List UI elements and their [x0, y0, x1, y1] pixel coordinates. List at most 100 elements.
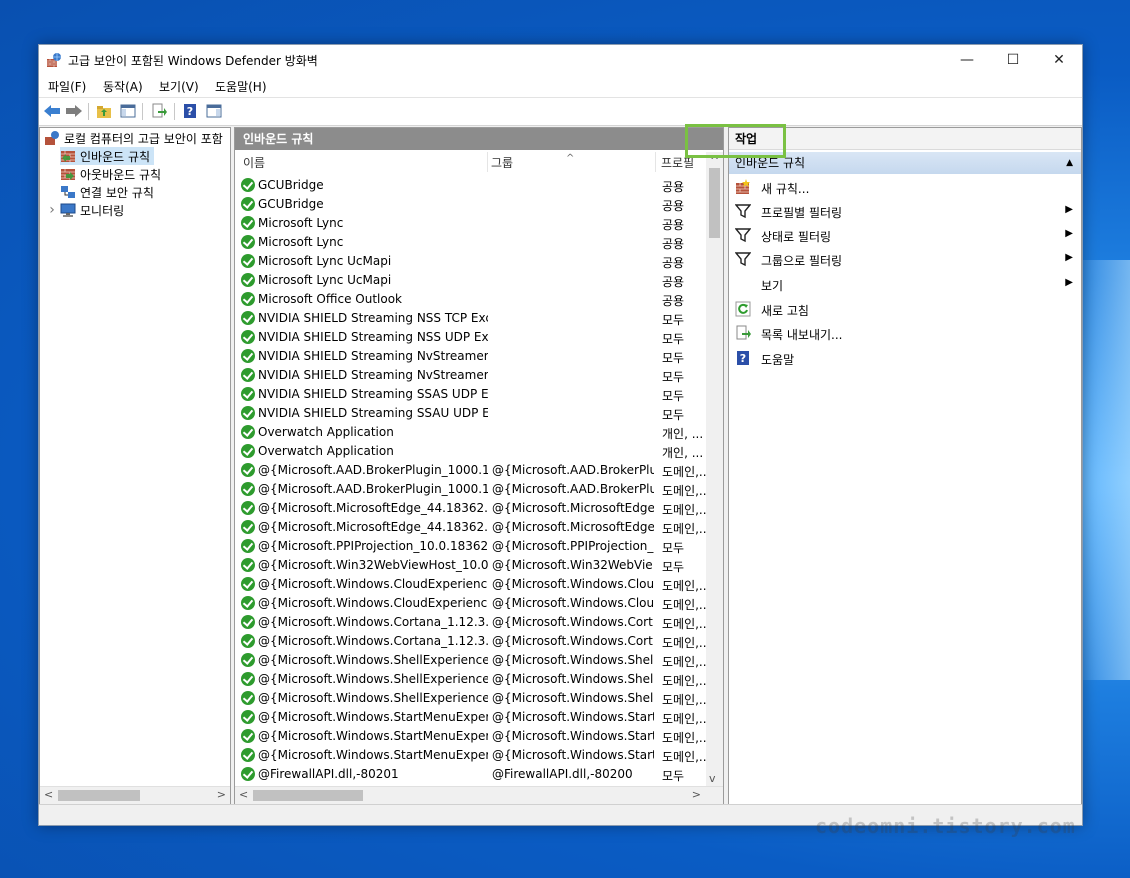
- forward-arrow-icon[interactable]: [65, 102, 83, 120]
- table-row[interactable]: GCUBridge 공용: [235, 176, 705, 195]
- table-row[interactable]: @{Microsoft.Win32WebViewHost_10.0.... @{M…: [235, 556, 705, 575]
- table-row[interactable]: @{Microsoft.Windows.ShellExperienceH... @…: [235, 670, 708, 689]
- tree-item-outbound-rules[interactable]: 아웃바운드 규칙: [60, 165, 161, 183]
- table-row[interactable]: NVIDIA SHIELD Streaming SSAS UDP E... 모두: [235, 385, 705, 404]
- show-hide-action-pane-icon[interactable]: [205, 102, 223, 120]
- action-item[interactable]: 목록 내보내기...: [729, 322, 1081, 344]
- tree-item-inbound-rules[interactable]: 인바운드 규칙: [60, 147, 155, 165]
- table-row[interactable]: NVIDIA SHIELD Streaming NSS UDP Ex... 모두: [235, 328, 705, 347]
- table-row[interactable]: @{Microsoft.AAD.BrokerPlugin_1000.18... @…: [235, 480, 708, 499]
- expand-chevron-icon[interactable]: ›: [44, 202, 60, 218]
- action-label: 상태로 필터링: [761, 230, 832, 244]
- table-row[interactable]: @{Microsoft.Windows.StartMenuExperie... @…: [235, 708, 708, 727]
- menu-file[interactable]: 파일(F): [48, 78, 86, 95]
- action-item[interactable]: 그룹으로 필터링 ▶: [729, 248, 1081, 270]
- table-row[interactable]: @{Microsoft.Windows.Cortana_1.12.3.1... @…: [235, 613, 708, 632]
- scroll-thumb[interactable]: [709, 168, 720, 238]
- rule-profile: 도메인,...: [662, 503, 708, 517]
- rule-profile: 모두: [662, 408, 685, 422]
- table-row[interactable]: NVIDIA SHIELD Streaming NvStreamer ... 모두: [235, 366, 705, 385]
- up-folder-icon[interactable]: [95, 102, 113, 120]
- rule-name: NVIDIA SHIELD Streaming SSAS UDP E...: [258, 387, 488, 401]
- table-row[interactable]: @{Microsoft.Windows.ShellExperienceH... @…: [235, 689, 708, 708]
- action-item[interactable]: 새로 고침: [729, 298, 1081, 320]
- table-row[interactable]: @{Microsoft.Windows.StartMenuExperie... @…: [235, 746, 708, 765]
- tree-root[interactable]: 로컬 컴퓨터의 고급 보안이 포함: [44, 129, 223, 147]
- maximize-button[interactable]: ☐: [990, 45, 1036, 75]
- table-row[interactable]: @{Microsoft.Windows.Cortana_1.12.3.1... @…: [235, 632, 708, 651]
- rule-enabled-check-icon: [241, 273, 255, 287]
- table-row[interactable]: GCUBridge 공용: [235, 195, 705, 214]
- action-item[interactable]: 새 규칙...: [729, 176, 1081, 198]
- show-hide-console-tree-icon[interactable]: [119, 102, 137, 120]
- table-row[interactable]: Microsoft Lync 공용: [235, 233, 705, 252]
- table-row[interactable]: NVIDIA SHIELD Streaming NSS TCP Exc... 모두: [235, 309, 705, 328]
- action-item[interactable]: 프로필별 필터링 ▶: [729, 200, 1081, 222]
- rule-enabled-check-icon: [241, 463, 255, 477]
- rules-horizontal-scrollbar[interactable]: < >: [235, 786, 723, 804]
- menu-help[interactable]: 도움말(H): [215, 78, 267, 95]
- pane-title: 인바운드 규칙: [235, 128, 723, 150]
- table-row[interactable]: @{Microsoft.PPIProjection_10.0.18362....…: [235, 537, 705, 556]
- menu-action[interactable]: 동작(A): [103, 78, 143, 95]
- rule-name: @{Microsoft.Windows.StartMenuExperie...: [258, 710, 488, 724]
- rule-profile: 모두: [662, 332, 685, 346]
- scroll-right-icon[interactable]: >: [692, 788, 701, 801]
- scroll-left-icon[interactable]: <: [44, 788, 53, 801]
- menu-view[interactable]: 보기(V): [159, 78, 199, 95]
- rule-enabled-check-icon: [241, 330, 255, 344]
- rules-vertical-scrollbar[interactable]: ^ v: [706, 152, 723, 787]
- table-row[interactable]: Microsoft Lync UcMapi 공용: [235, 252, 705, 271]
- collapse-arrow-icon[interactable]: ▲: [1066, 152, 1073, 174]
- table-row[interactable]: @{Microsoft.Windows.StartMenuExperie... @…: [235, 727, 708, 746]
- table-row[interactable]: @{Microsoft.Windows.CloudExperience... @{…: [235, 594, 708, 613]
- scroll-right-icon[interactable]: >: [217, 788, 226, 801]
- minimize-button[interactable]: —: [944, 45, 990, 75]
- table-row[interactable]: Microsoft Office Outlook 공용: [235, 290, 705, 309]
- rule-profile: 도메인,...: [662, 731, 708, 745]
- table-row[interactable]: NVIDIA SHIELD Streaming SSAU UDP E... 모두: [235, 404, 705, 423]
- table-row[interactable]: Overwatch Application 개인, ...: [235, 442, 705, 461]
- tree-item-monitoring[interactable]: › 모니터링: [44, 201, 124, 219]
- export-list-icon[interactable]: [150, 102, 168, 120]
- firewall-app-icon: [45, 131, 59, 145]
- window-title: 고급 보안이 포함된 Windows Defender 방화벽: [68, 54, 318, 68]
- table-row[interactable]: Overwatch Application 개인, ...: [235, 423, 705, 442]
- column-divider[interactable]: [487, 152, 488, 172]
- table-row[interactable]: @{Microsoft.MicrosoftEdge_44.18362.1....…: [235, 499, 708, 518]
- table-row[interactable]: @{Microsoft.MicrosoftEdge_44.18362.1....…: [235, 518, 708, 537]
- filter-icon: [735, 228, 751, 243]
- table-row[interactable]: @{Microsoft.Windows.ShellExperienceH... @…: [235, 651, 708, 670]
- tree-item-connection-security[interactable]: 연결 보안 규칙: [60, 183, 154, 201]
- rule-enabled-check-icon: [241, 178, 255, 192]
- sort-ascending-icon: ^: [566, 153, 575, 164]
- back-arrow-icon[interactable]: [43, 102, 61, 120]
- scroll-left-icon[interactable]: <: [239, 788, 248, 801]
- table-row[interactable]: Microsoft Lync UcMapi 공용: [235, 271, 705, 290]
- scroll-down-icon[interactable]: v: [709, 772, 716, 785]
- table-row[interactable]: NVIDIA SHIELD Streaming NvStreamer ... 모두: [235, 347, 705, 366]
- table-row[interactable]: Microsoft Lync 공용: [235, 214, 705, 233]
- maximize-icon: ☐: [1006, 52, 1020, 68]
- scroll-thumb[interactable]: [58, 790, 140, 801]
- table-row[interactable]: @{Microsoft.Windows.CloudExperience... @{…: [235, 575, 708, 594]
- tree-horizontal-scrollbar[interactable]: < >: [40, 786, 230, 804]
- rule-enabled-check-icon: [241, 520, 255, 534]
- column-header-name[interactable]: 이름: [243, 152, 265, 174]
- column-divider[interactable]: [655, 152, 656, 172]
- menu-bar: 파일(F) 동작(A) 보기(V) 도움말(H): [39, 75, 1082, 97]
- export-list-icon: [736, 325, 751, 340]
- rule-name: @{Microsoft.AAD.BrokerPlugin_1000.18...: [258, 482, 488, 496]
- table-row[interactable]: @{Microsoft.AAD.BrokerPlugin_1000.18... @…: [235, 461, 708, 480]
- action-item[interactable]: 보기 ▶: [729, 273, 1081, 295]
- rule-profile: 공용: [662, 237, 685, 251]
- scroll-thumb[interactable]: [253, 790, 363, 801]
- new-rule-icon: [736, 179, 750, 194]
- close-button[interactable]: ✕: [1036, 45, 1082, 75]
- action-item[interactable]: 상태로 필터링 ▶: [729, 224, 1081, 246]
- table-row[interactable]: @FirewallAPI.dll,-80201 @FirewallAPI.dll,…: [235, 765, 705, 784]
- help-icon[interactable]: ?: [181, 102, 199, 120]
- column-header-group[interactable]: 그룹: [491, 152, 513, 174]
- action-item[interactable]: ? 도움말: [729, 347, 1081, 369]
- rule-name: @{Microsoft.Windows.CloudExperience...: [258, 596, 488, 610]
